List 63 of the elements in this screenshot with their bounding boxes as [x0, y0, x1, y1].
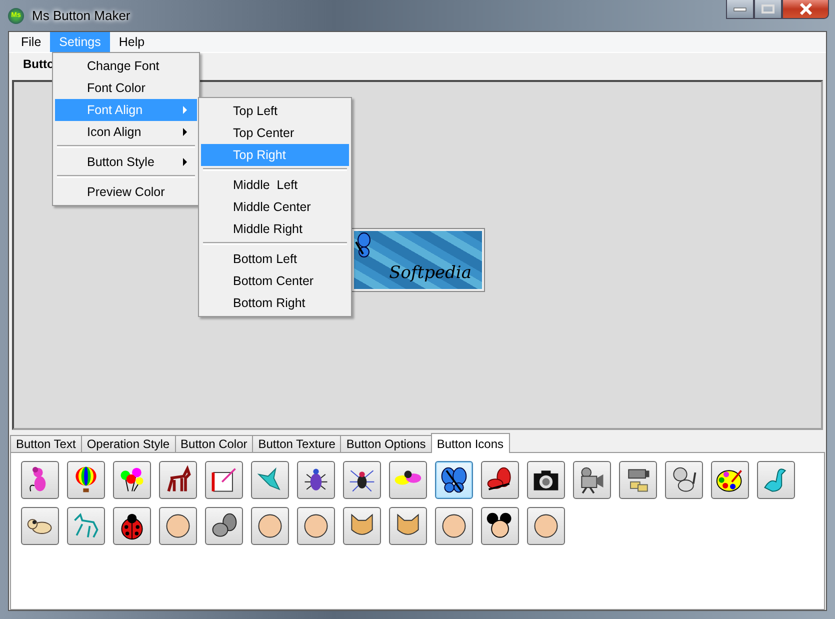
close-icon	[798, 3, 812, 15]
icon-button[interactable]	[251, 507, 289, 545]
menu-item-label: Font Align	[87, 103, 143, 117]
icon-button[interactable]	[159, 507, 197, 545]
menu-item[interactable]: Top Center	[201, 122, 349, 144]
icon-button[interactable]	[67, 461, 105, 499]
menu-item[interactable]: Middle Right	[201, 218, 349, 240]
icon-button[interactable]	[205, 507, 243, 545]
icon-button[interactable]	[527, 507, 565, 545]
menu-item-label: Button Style	[87, 155, 154, 169]
menu-item[interactable]: Font Color	[55, 77, 197, 99]
icon-button[interactable]	[711, 461, 749, 499]
maximize-button[interactable]	[754, 0, 782, 19]
icon-button[interactable]	[205, 461, 243, 499]
icon-button[interactable]	[757, 461, 795, 499]
icon-button[interactable]	[481, 461, 519, 499]
window-title: Ms Button Maker	[32, 8, 130, 23]
menu-item[interactable]: Change Font	[55, 55, 197, 77]
menu-item[interactable]: Bottom Left	[201, 248, 349, 270]
menu-item[interactable]: Middle Left	[201, 174, 349, 196]
close-button[interactable]	[782, 0, 829, 19]
menu-item[interactable]: Middle Center	[201, 196, 349, 218]
menu-item[interactable]: Button Style	[55, 151, 197, 173]
icon-button[interactable]	[573, 461, 611, 499]
butterfly-icon	[439, 465, 469, 495]
menu-item[interactable]: File	[12, 32, 50, 52]
icon-button[interactable]	[343, 461, 381, 499]
menu-item-label: Icon Align	[87, 125, 142, 139]
maximize-icon	[761, 4, 775, 14]
menu-item[interactable]: Bottom Right	[201, 292, 349, 314]
icon-button[interactable]	[389, 507, 427, 545]
menu-item[interactable]: Icon Align	[55, 121, 197, 143]
icon-button[interactable]	[619, 461, 657, 499]
menu-item-label: Preview Color	[87, 185, 165, 199]
icon-button[interactable]	[527, 461, 565, 499]
tab[interactable]: Button Options	[340, 435, 432, 452]
icon-button[interactable]	[21, 507, 59, 545]
menu-item[interactable]: Preview Color	[55, 181, 197, 203]
icon-button[interactable]	[159, 461, 197, 499]
icon-button[interactable]	[297, 507, 335, 545]
tab[interactable]: Button Color	[174, 435, 254, 452]
preview-button[interactable]: Softpedia	[352, 229, 484, 291]
icon-button[interactable]	[343, 507, 381, 545]
tab[interactable]: Button Texture	[252, 435, 342, 452]
icon-button[interactable]	[297, 461, 335, 499]
tab[interactable]: Operation Style	[80, 435, 176, 452]
icon-button[interactable]	[435, 507, 473, 545]
tab[interactable]: Button Icons	[430, 433, 510, 453]
tab[interactable]: Button Text	[10, 435, 82, 452]
menu-item-label: Font Color	[87, 81, 146, 95]
butterfly-icon	[354, 232, 370, 260]
icon-button[interactable]	[435, 461, 473, 499]
icon-button[interactable]	[665, 461, 703, 499]
minimize-icon	[733, 6, 747, 12]
menu-item-label: Change Font	[87, 59, 160, 73]
preview-button-text: Softpedia	[389, 263, 472, 283]
menu-item[interactable]: Bottom Center	[201, 270, 349, 292]
icon-button[interactable]	[481, 507, 519, 545]
icon-button[interactable]	[113, 507, 151, 545]
menu-item[interactable]: Help	[110, 32, 154, 52]
minimize-button[interactable]	[726, 0, 754, 19]
menu-item[interactable]: Top Left	[201, 100, 349, 122]
icon-button[interactable]	[389, 461, 427, 499]
